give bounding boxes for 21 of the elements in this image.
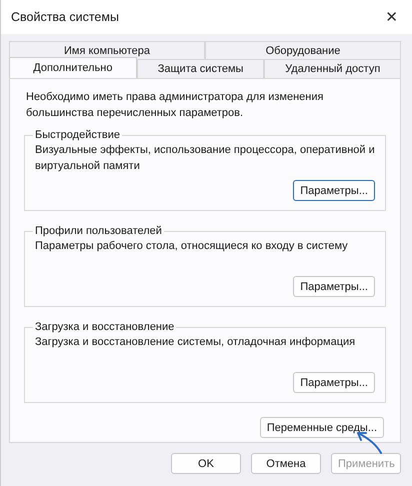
tab[interactable]: Дополнительно	[9, 57, 137, 78]
group-title: Быстродействие	[33, 128, 122, 142]
tab[interactable]: Оборудование	[205, 41, 401, 59]
settings-button[interactable]: Параметры...	[293, 180, 375, 201]
group-description: Загрузка и восстановление системы, отладочная информация	[35, 335, 356, 350]
settings-button[interactable]: Параметры...	[293, 372, 375, 393]
group-title: Загрузка и восстановление	[33, 320, 176, 334]
group-title: Профили пользователей	[33, 224, 164, 238]
dialog-button[interactable]: OK	[171, 453, 241, 474]
close-button[interactable]: ✕	[381, 6, 402, 28]
tab[interactable]: Имя компьютера	[9, 41, 205, 59]
group-description: Визуальные эффекты, использование процессора, оперативной и виртуальной памяти	[35, 143, 375, 174]
environment-variables-button[interactable]: Переменные среды...	[260, 417, 384, 438]
tab[interactable]: Защита системы	[136, 59, 264, 78]
notice-text: Необходимо иметь права администратора для изменения большинства перечисленных параметров.	[26, 90, 324, 121]
dialog-button[interactable]: Отмена	[251, 453, 321, 474]
settings-button[interactable]: Параметры...	[293, 276, 375, 297]
arrow-annotation	[357, 432, 382, 454]
group-description: Параметры рабочего стола, относящиеся ко входу в систему	[35, 239, 349, 254]
tab[interactable]: Удаленный доступ	[264, 59, 401, 78]
window-title: Свойства системы	[11, 10, 119, 24]
